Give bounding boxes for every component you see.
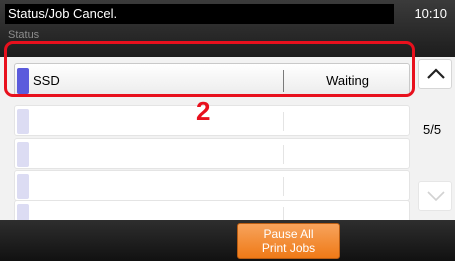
scroll-up-button[interactable]	[418, 59, 452, 89]
pause-button-label-line2: Print Jobs	[261, 241, 316, 255]
job-row[interactable]	[14, 200, 410, 221]
highlight-frame	[4, 41, 415, 97]
job-row[interactable]	[14, 170, 410, 201]
job-select-marker	[17, 174, 29, 199]
page-indicator: 5/5	[423, 122, 442, 137]
screen-title: Status/Job Cancel.	[5, 4, 394, 24]
clock: 10:10	[414, 6, 447, 21]
pause-all-print-jobs-button[interactable]: Pause All Print Jobs	[237, 223, 340, 259]
bottom-bar	[0, 220, 455, 261]
chevron-down-icon	[427, 191, 445, 202]
chevron-up-icon	[427, 68, 445, 79]
pause-button-label-line1: Pause All	[263, 227, 314, 241]
job-select-marker	[17, 109, 29, 134]
job-status	[284, 139, 411, 173]
job-status	[284, 106, 411, 140]
job-row[interactable]	[14, 105, 410, 136]
step-number: 2	[196, 96, 211, 126]
scroll-down-button[interactable]	[418, 181, 452, 211]
job-row[interactable]	[14, 138, 410, 169]
job-select-marker	[17, 142, 29, 167]
job-select-marker	[17, 204, 29, 221]
